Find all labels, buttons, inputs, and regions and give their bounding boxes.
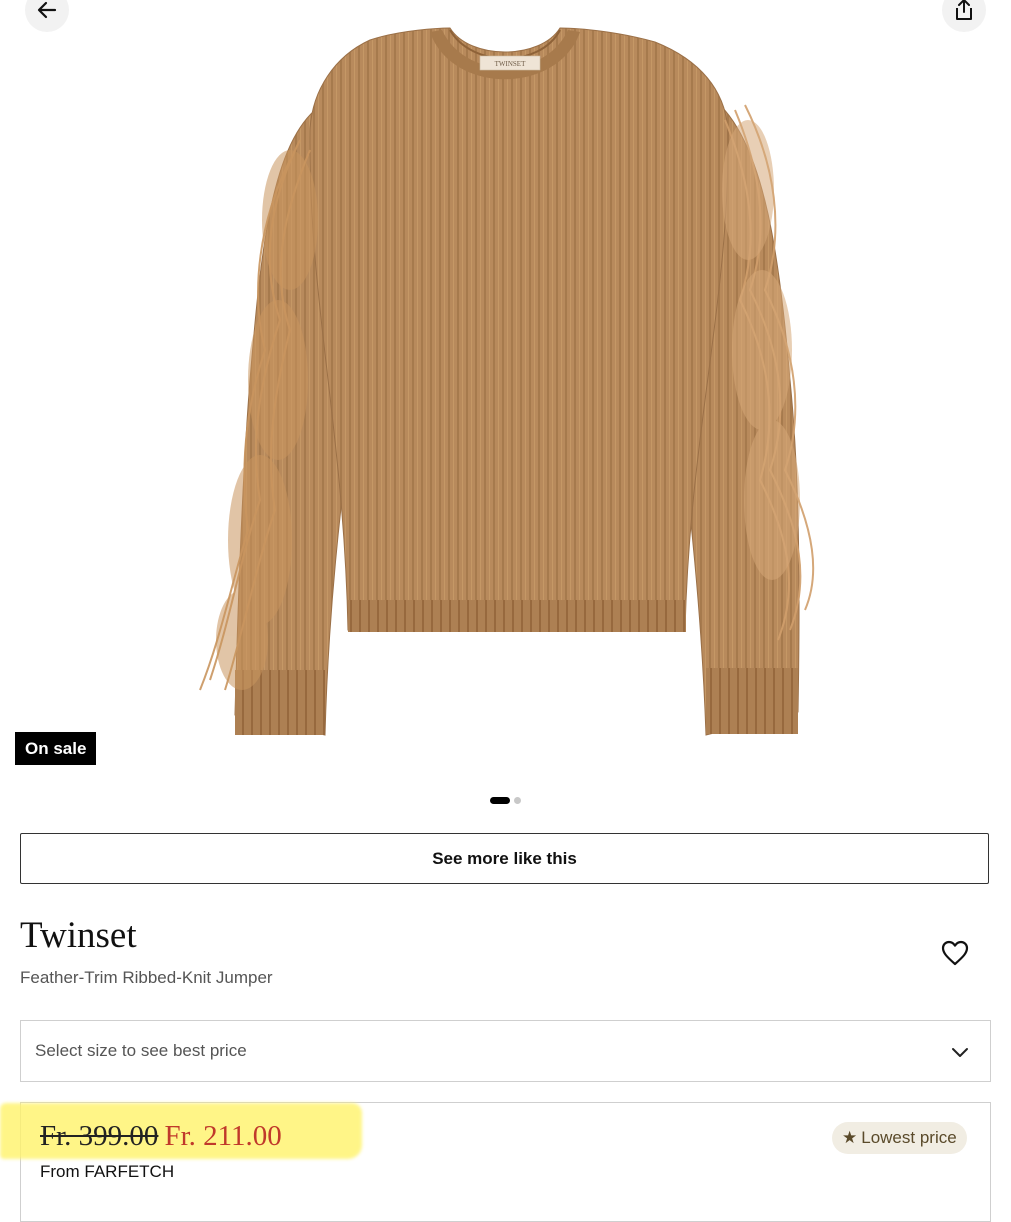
- wishlist-button[interactable]: [938, 936, 972, 970]
- carousel-dot-active[interactable]: [490, 797, 510, 804]
- share-button[interactable]: [942, 0, 986, 32]
- sale-price: Fr. 211.00: [164, 1120, 282, 1152]
- see-more-like-this-button[interactable]: See more like this: [20, 833, 989, 884]
- retailer-name: From FARFETCH: [40, 1162, 175, 1181]
- back-button[interactable]: [25, 0, 69, 32]
- label-text: TWINSET: [495, 60, 526, 68]
- size-select-placeholder: Select size to see best price: [35, 1041, 247, 1060]
- lowest-price-label: Lowest price: [861, 1128, 957, 1147]
- chevron-down-icon: [952, 1048, 968, 1057]
- size-select[interactable]: Select size to see best price: [20, 1020, 991, 1082]
- carousel-dot[interactable]: [514, 797, 521, 804]
- original-price: Fr. 399.00: [40, 1120, 159, 1152]
- brand-name[interactable]: Twinset: [20, 914, 137, 957]
- arrow-left-icon: [37, 1, 57, 19]
- star-icon: ★: [842, 1128, 858, 1147]
- sweater-illustration: TWINSET: [199, 27, 815, 736]
- lowest-price-badge: ★ Lowest price: [832, 1122, 967, 1154]
- carousel-indicator[interactable]: [490, 797, 521, 804]
- price-row: Fr. 399.00 Fr. 211.00: [40, 1120, 282, 1153]
- heart-icon: [941, 940, 969, 966]
- product-image[interactable]: TWINSET: [150, 0, 861, 760]
- see-more-label: See more like this: [432, 848, 577, 868]
- on-sale-badge: On sale: [15, 732, 97, 765]
- share-icon: [956, 0, 972, 20]
- product-name: Feather-Trim Ribbed-Knit Jumper: [20, 968, 273, 987]
